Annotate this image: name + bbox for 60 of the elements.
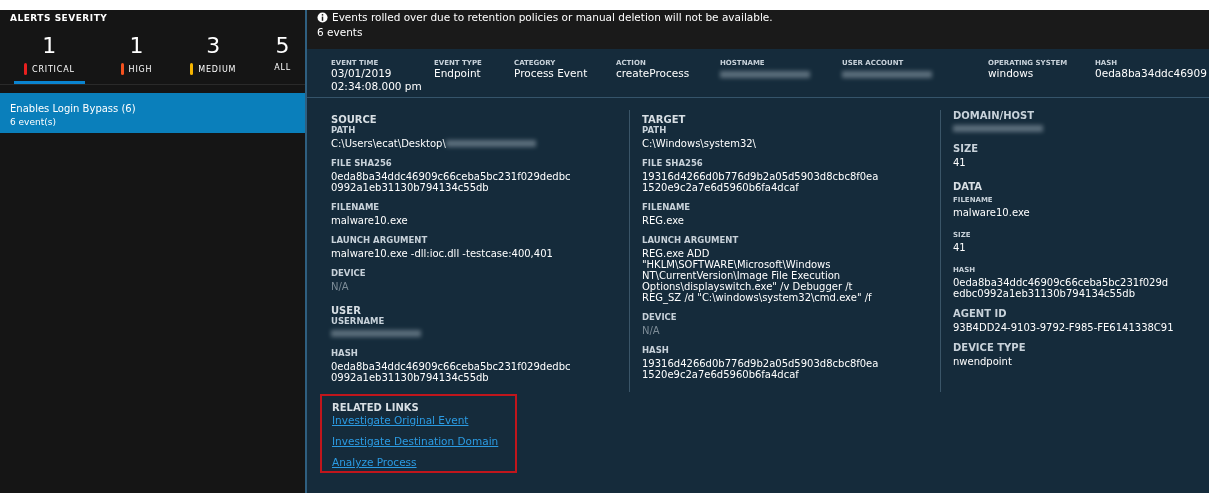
field-value: N/A — [642, 325, 660, 336]
severity-tab[interactable]: 3 MEDIUM — [188, 33, 239, 84]
related-link[interactable]: Investigate Destination Domain — [332, 435, 499, 447]
field-value: nwendpoint — [953, 356, 1012, 367]
field-label: USERNAME — [331, 316, 386, 326]
field-label: SIZE — [953, 143, 979, 154]
field-value: C:\Windows\system32\ — [642, 138, 756, 149]
field-value: N/A — [331, 281, 349, 292]
severity-tab[interactable]: 1 HIGH — [118, 33, 155, 84]
field-value: malware10.exe — [331, 215, 408, 226]
column-value: 0eda8ba34ddc46909 — [1095, 67, 1207, 80]
field-label: PATH — [642, 125, 668, 135]
column-value: windows — [988, 67, 1035, 80]
field-value: C:\Users\ecat\Desktop\ — [331, 138, 446, 149]
field-label: DEVICE — [331, 268, 367, 278]
column-value: 02:34:08.000 pm — [331, 80, 423, 93]
section-heading: RELATED LINKS — [332, 402, 419, 413]
field-value: 0eda8ba34ddc46909c66ceba5bc231f029d edbc0992a1eb31130b794134c55db — [953, 277, 1169, 299]
related-link[interactable]: Analyze Process — [332, 456, 417, 468]
field-label: HASH — [642, 345, 670, 355]
severity-tab[interactable]: 5 ALL — [272, 33, 293, 84]
alert-name: Enables Login Bypass (6) — [10, 103, 137, 114]
events-count: 6 events — [317, 26, 364, 38]
notice-text: Events rolled over due to retention policies or manual deletion will not be available. — [332, 11, 773, 23]
field-label: LAUNCH ARGUMENT — [331, 235, 429, 245]
section-heading: TARGET — [642, 114, 687, 125]
section-heading: USER — [331, 305, 362, 316]
field-value: 93B4DD24-9103-9792-F985-FE6141338C91 — [953, 322, 1174, 333]
field-value: 0eda8ba34ddc46909c66ceba5bc231f029dedbc 0992a1eb31130b794134c55db — [331, 171, 571, 193]
field-value: malware10.exe -dll:ioc.dll -testcase:400,401 — [331, 248, 553, 259]
field-value: REG.exe ADD "HKLM\SOFTWARE\Microsoft\Windows NT\CurrentVersion\Image File Execution Options\displayswitch.exe" /v Debugger /t REG_SZ /d "C:\windows\system32\cmd.exe" /f — [642, 248, 872, 303]
field-label: FILE SHA256 — [642, 158, 704, 168]
field-label: DOMAIN/HOST — [953, 110, 1036, 121]
column-value: createProcess — [616, 67, 691, 80]
field-label: AGENT ID — [953, 308, 1008, 319]
field-label: FILE SHA256 — [331, 158, 393, 168]
field-label: LAUNCH ARGUMENT — [642, 235, 740, 245]
field-value: 41 — [953, 157, 966, 168]
field-label: FILENAME — [331, 202, 381, 212]
related-link[interactable]: Investigate Original Event — [332, 414, 469, 426]
field-value: 19316d4266d0b776d9b2a05d5903d8cbc8f0ea 1520e9c2a7e6d5960b6fa4dcaf — [642, 171, 879, 193]
field-label: HASH — [331, 348, 359, 358]
event-count: 6 event(s) — [10, 117, 57, 127]
column-value: 03/01/2019 — [331, 67, 393, 80]
field-value: REG.exe — [642, 215, 684, 226]
field-value: malware10.exe — [953, 207, 1030, 218]
panel-title: ALERTS SEVERITY — [9, 12, 109, 23]
field-value: 0eda8ba34ddc46909c66ceba5bc231f029dedbc 0992a1eb31130b794134c55db — [331, 361, 571, 383]
field-label: FILENAME — [642, 202, 692, 212]
column-value: Endpoint — [434, 67, 482, 80]
field-label: DEVICE — [642, 312, 678, 322]
section-heading: SOURCE — [331, 114, 378, 125]
field-label: DEVICE TYPE — [953, 342, 1027, 353]
field-value: 19316d4266d0b776d9b2a05d5903d8cbc8f0ea 1520e9c2a7e6d5960b6fa4dcaf — [642, 358, 879, 380]
alert-item[interactable]: Enables Login Bypass (6) 6 event(s) — [0, 93, 305, 133]
severity-tab[interactable]: 1 CRITICAL — [14, 33, 85, 84]
column-value: Process Event — [514, 67, 589, 80]
section-heading: DATA — [953, 181, 984, 192]
field-value: 41 — [953, 242, 966, 253]
field-label: PATH — [331, 125, 357, 135]
